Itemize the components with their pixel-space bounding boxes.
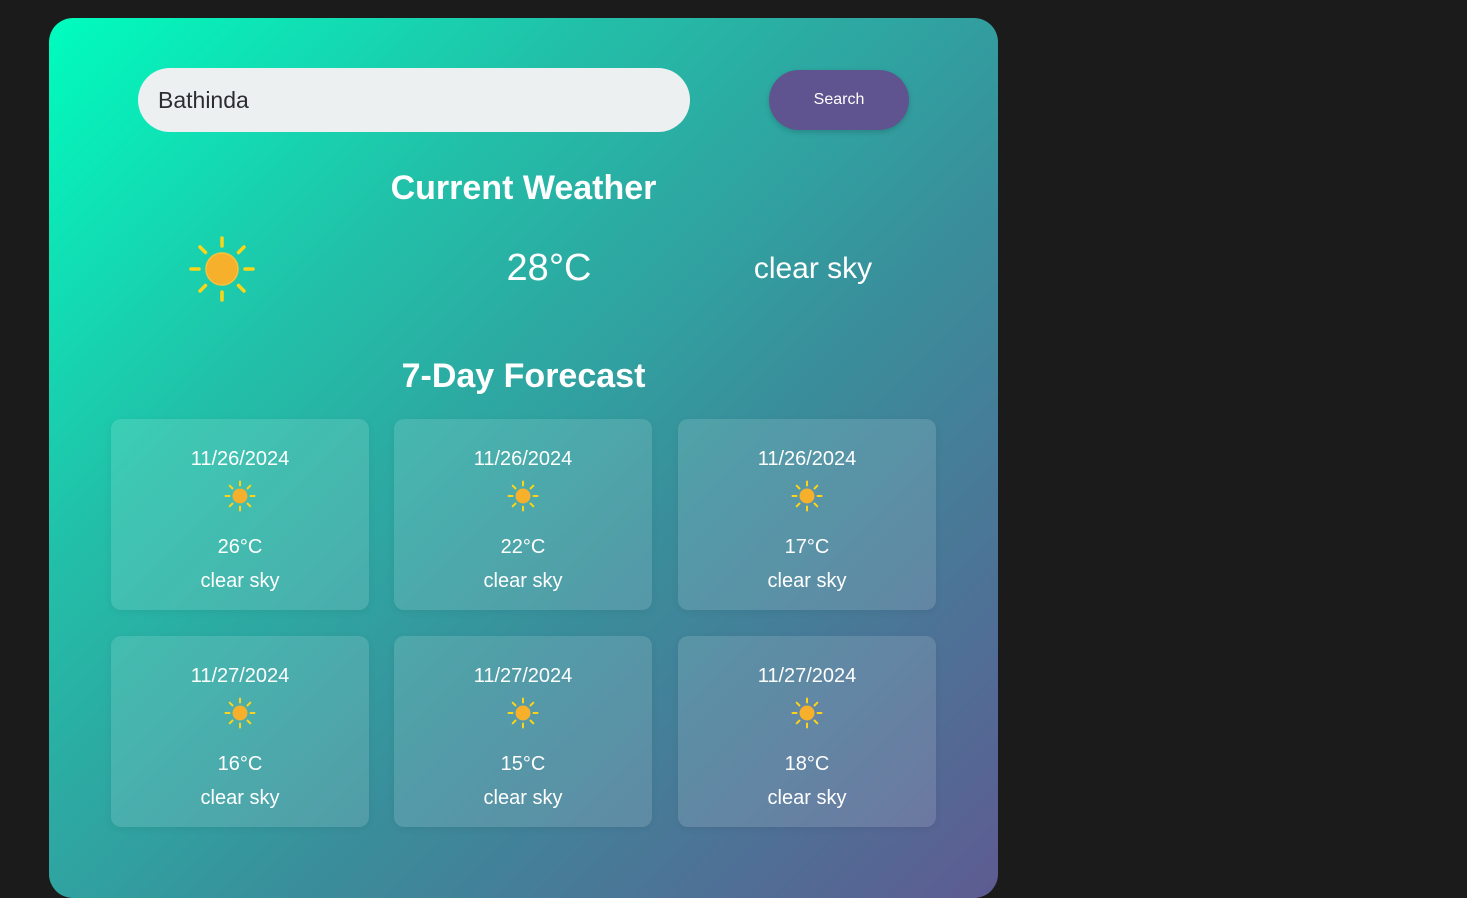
search-button[interactable]: Search [769, 70, 909, 130]
forecast-temperature: 15°C [500, 753, 546, 775]
forecast-temperature: 17°C [784, 536, 830, 558]
current-weather-title: Current Weather [390, 169, 657, 207]
forecast-date: 11/26/2024 [473, 448, 573, 470]
forecast-temperature: 22°C [500, 536, 546, 558]
forecast-description: clear sky [200, 787, 280, 809]
forecast-date: 11/27/2024 [190, 665, 290, 687]
forecast-description: clear sky [483, 570, 563, 592]
forecast-card: 11/27/2024 16°C clear sky [111, 636, 369, 827]
forecast-card: 11/27/2024 18°C clear sky [678, 636, 936, 827]
sun-icon [507, 480, 539, 512]
sun-icon [188, 235, 256, 303]
forecast-temperature: 16°C [217, 753, 263, 775]
sun-icon [224, 697, 256, 729]
forecast-date: 11/27/2024 [757, 665, 857, 687]
forecast-temperature: 26°C [217, 536, 263, 558]
forecast-card: 11/26/2024 26°C clear sky [111, 419, 369, 610]
forecast-date: 11/27/2024 [473, 665, 573, 687]
forecast-card: 11/26/2024 22°C clear sky [394, 419, 652, 610]
forecast-description: clear sky [483, 787, 563, 809]
forecast-description: clear sky [767, 787, 847, 809]
forecast-description: clear sky [200, 570, 280, 592]
forecast-date: 11/26/2024 [757, 448, 857, 470]
forecast-card: 11/26/2024 17°C clear sky [678, 419, 936, 610]
sun-icon [507, 697, 539, 729]
forecast-date: 11/26/2024 [190, 448, 290, 470]
forecast-temperature: 18°C [784, 753, 830, 775]
current-temperature: 28°C [506, 247, 592, 289]
weather-app-card: Search Current Weather 28°C clear sky 7-… [49, 18, 998, 898]
city-search-input[interactable] [138, 68, 690, 132]
forecast-card: 11/27/2024 15°C clear sky [394, 636, 652, 827]
current-description: clear sky [753, 252, 873, 285]
forecast-description: clear sky [767, 570, 847, 592]
sun-icon [791, 697, 823, 729]
sun-icon [791, 480, 823, 512]
forecast-title: 7-Day Forecast [401, 357, 646, 395]
sun-icon [224, 480, 256, 512]
